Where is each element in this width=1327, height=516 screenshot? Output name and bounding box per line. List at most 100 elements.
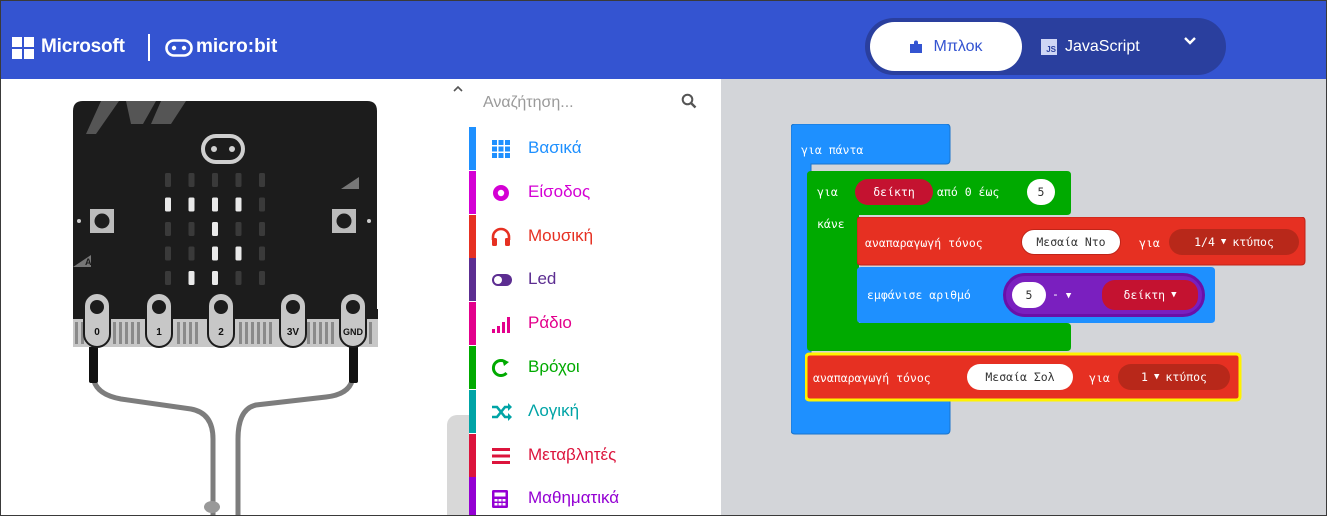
category-label: Μουσική [528, 225, 594, 245]
beat-dropdown[interactable]: 1 ▼ κτύπος [1118, 364, 1230, 390]
shuffle-icon [491, 402, 512, 422]
signal-bars-icon [491, 314, 511, 334]
category-label: Μαθηματικά [528, 488, 620, 508]
for-to-input[interactable]: 5 [1027, 179, 1055, 205]
for-label: για [817, 185, 838, 199]
subtract-block[interactable]: 5 - ▼ δείκτη ▼ [1003, 273, 1205, 317]
tab-javascript-label: JavaScript [1065, 37, 1140, 55]
led-off [235, 222, 242, 236]
microbit-brand-text[interactable]: micro:bit [196, 36, 277, 58]
pin-label: 2 [218, 327, 224, 338]
tone-for-label: για [1139, 236, 1160, 250]
header-bar: Microsoft micro:bit Μπλοκ JS JavaScript [1, 1, 1326, 79]
chevron-up-icon[interactable] [453, 85, 463, 93]
toolbox: Βασικά Είσοδος Μουσική Led Ράδιο Βρόχοι Λογική… [469, 79, 721, 515]
note-picker[interactable]: Μεσαία Σολ [967, 364, 1073, 390]
microbit-board[interactable]: 0 1 2 3V GND A B [1, 79, 447, 516]
makecode-editor: Microsoft micro:bit Μπλοκ JS JavaScript [0, 0, 1327, 516]
tab-blocks-label: Μπλοκ [933, 37, 983, 55]
led-off [259, 173, 265, 187]
right-operand-variable[interactable]: δείκτη ▼ [1102, 280, 1198, 310]
led-on [188, 197, 195, 212]
toolbox-category[interactable]: Μεταβλητές [469, 433, 721, 477]
category-color-bar [469, 214, 476, 258]
blocks-workspace[interactable]: για πάντα για δείκτη από 0 έως 5 κάνε αν… [721, 79, 1326, 515]
search-icon[interactable] [681, 93, 697, 109]
chevron-down-icon[interactable] [1183, 36, 1197, 46]
editor-toggle: Μπλοκ JS JavaScript [865, 18, 1226, 75]
led-off [165, 246, 171, 261]
category-color-bar [469, 477, 476, 515]
circle-dot-icon [491, 183, 511, 203]
category-label: Μεταβλητές [528, 444, 617, 464]
header-divider [148, 34, 150, 61]
category-color-bar [469, 127, 476, 170]
block-play-tone-selected[interactable]: αναπαραγωγή τόνος Μεσαία Σολ για 1 ▼ κτύ… [805, 352, 1245, 404]
javascript-icon: JS [1041, 38, 1057, 55]
simulator-scrollbar[interactable] [447, 79, 469, 515]
toolbox-category[interactable]: Ράδιο [469, 302, 721, 346]
led-off [259, 222, 265, 236]
show-number-label: εμφάνισε αριθμό [867, 288, 971, 302]
led-off [188, 246, 195, 261]
led-on [188, 271, 195, 285]
toolbox-category[interactable]: Μαθηματικά [469, 477, 721, 515]
toolbox-category[interactable]: Βρόχοι [469, 346, 721, 389]
toolbox-category[interactable]: Είσοδος [469, 170, 721, 214]
block-play-tone[interactable]: αναπαραγωγή τόνος Μεσαία Ντο για 1/4 ▼ κ… [857, 217, 1307, 267]
toolbox-search [469, 79, 721, 127]
toolbox-category[interactable]: Led [469, 258, 721, 302]
led-on [212, 197, 218, 212]
beat-dropdown[interactable]: 1/4 ▼ κτύπος [1169, 229, 1299, 255]
list-icon [491, 446, 511, 466]
led-off [188, 173, 195, 187]
play-tone-label: αναπαραγωγή τόνος [865, 236, 983, 250]
scroll-thumb[interactable] [447, 415, 469, 515]
category-label: Λογική [528, 400, 580, 420]
category-label: Ράδιο [528, 313, 572, 333]
pin-label: 0 [94, 327, 100, 338]
pin-label: 3V [287, 327, 300, 338]
block-show-number[interactable]: εμφάνισε αριθμό 5 - ▼ δείκτη ▼ [857, 267, 1217, 325]
play-tone-label: αναπαραγωγή τόνος [813, 371, 931, 385]
svg-text:A: A [85, 257, 92, 267]
led-off [235, 271, 242, 285]
led-off [212, 173, 218, 187]
tab-blocks[interactable]: Μπλοκ [870, 22, 1022, 71]
microsoft-logo-icon[interactable] [12, 37, 34, 59]
do-label: κάνε [817, 217, 845, 231]
led-off [165, 222, 171, 236]
led-off [259, 246, 265, 261]
led-on [235, 246, 242, 261]
search-input[interactable] [483, 89, 683, 117]
led-off [188, 222, 195, 236]
toolbox-category[interactable]: Μουσική [469, 214, 721, 258]
caret-down-icon: ▼ [1220, 237, 1227, 247]
toolbox-category[interactable]: Βασικά [469, 127, 721, 170]
led-off [165, 173, 171, 187]
led-off [235, 173, 242, 187]
tab-javascript[interactable]: JS JavaScript [1041, 22, 1171, 71]
puzzle-icon [910, 40, 923, 53]
microbit-simulator: 0 1 2 3V GND A B [1, 79, 447, 516]
tone-for-label: για [1089, 371, 1110, 385]
left-operand-input[interactable]: 5 [1012, 282, 1046, 308]
pin-label: GND [343, 327, 364, 337]
category-label: Led [528, 269, 557, 289]
grid-icon [491, 139, 511, 159]
pin-label: 1 [156, 327, 162, 338]
headphones-icon [491, 227, 511, 247]
for-variable-dropdown[interactable]: δείκτη [855, 179, 933, 205]
svg-text:B: B [345, 171, 352, 181]
operator-dropdown[interactable]: - ▼ [1052, 287, 1071, 301]
category-color-bar [469, 170, 476, 214]
calculator-icon [491, 489, 511, 509]
microsoft-brand-text[interactable]: Microsoft [41, 36, 125, 58]
microbit-logo-icon[interactable] [165, 39, 193, 57]
category-label: Βασικά [528, 138, 582, 157]
led-off [165, 271, 171, 285]
led-on [212, 246, 218, 261]
note-picker[interactable]: Μεσαία Ντο [1021, 229, 1121, 255]
toolbox-category[interactable]: Λογική [469, 389, 721, 433]
category-label: Είσοδος [528, 181, 591, 201]
